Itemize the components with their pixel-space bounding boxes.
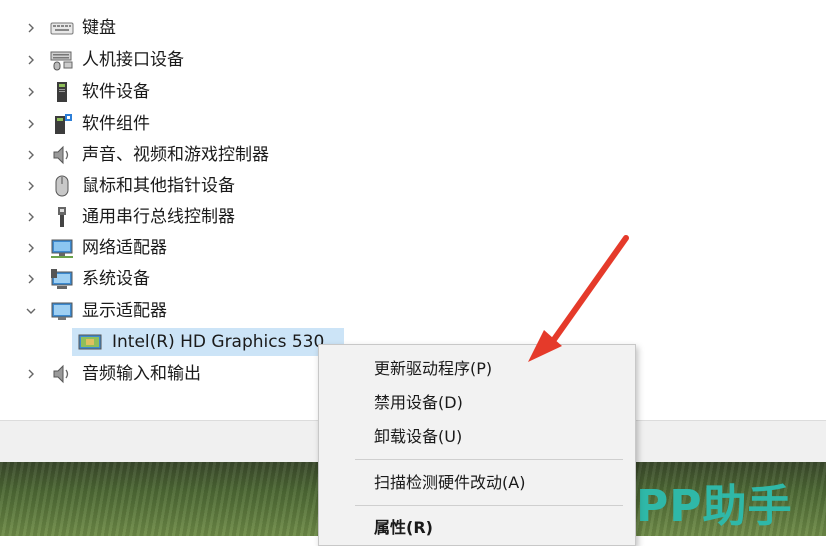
chevron-right-icon[interactable] [24, 265, 38, 293]
speaker-icon [50, 144, 74, 166]
menu-item-properties[interactable]: 属性(R) [319, 510, 635, 542]
chevron-right-icon[interactable] [24, 172, 38, 200]
tree-item-audio-io[interactable]: 音频输入和输出 [0, 360, 300, 388]
tree-item-usb-controllers[interactable]: 通用串行总线控制器 [0, 203, 400, 231]
tree-item-sound-video-game[interactable]: 声音、视频和游戏控制器 [0, 141, 400, 169]
software-device-icon [50, 81, 74, 103]
chevron-right-icon[interactable] [24, 110, 38, 138]
tree-item-label: 音频输入和输出 [82, 364, 201, 384]
chevron-right-icon[interactable] [24, 234, 38, 262]
speaker-icon [50, 363, 74, 385]
menu-item-label: 扫描检测硬件改动(A) [374, 473, 526, 492]
tree-item-label: 软件设备 [82, 82, 150, 102]
usb-icon [50, 206, 74, 228]
menu-item-label: 卸载设备(U) [374, 427, 463, 446]
tree-item-label: 声音、视频和游戏控制器 [82, 145, 269, 165]
tree-item-label: Intel(R) HD Graphics 530 [112, 332, 325, 352]
keyboard-icon [50, 17, 74, 39]
tree-item-intel-hd-graphics[interactable]: Intel(R) HD Graphics 530 [72, 328, 344, 356]
chevron-right-icon[interactable] [24, 78, 38, 106]
menu-item-label: 属性(R) [374, 518, 433, 537]
tree-item-label: 鼠标和其他指针设备 [82, 176, 235, 196]
tree-item-label: 人机接口设备 [82, 50, 184, 70]
menu-item-label: 更新驱动程序(P) [374, 359, 493, 378]
tree-item-label: 显示适配器 [82, 301, 167, 321]
display-adapter-icon [50, 300, 74, 322]
tree-item-mice[interactable]: 鼠标和其他指针设备 [0, 172, 400, 200]
software-component-icon [50, 113, 74, 135]
tree-item-label: 软件组件 [82, 114, 150, 134]
mouse-icon [50, 175, 74, 197]
tree-item-label: 通用串行总线控制器 [82, 207, 235, 227]
chevron-right-icon[interactable] [24, 360, 38, 388]
display-adapter-icon [78, 331, 102, 353]
tree-item-display-adapters[interactable]: 显示适配器 [0, 297, 400, 325]
tree-item-label: 键盘 [82, 18, 116, 38]
menu-separator [355, 459, 623, 460]
tree-item-label: 系统设备 [82, 269, 150, 289]
tree-item-software-devices[interactable]: 软件设备 [0, 78, 400, 106]
menu-item-label: 禁用设备(D) [374, 393, 463, 412]
context-menu: 更新驱动程序(P) 禁用设备(D) 卸载设备(U) 扫描检测硬件改动(A) 属性… [318, 344, 636, 546]
chevron-right-icon[interactable] [24, 141, 38, 169]
tree-item-keyboard[interactable]: 键盘 [0, 14, 400, 42]
menu-item-scan-hardware[interactable]: 扫描检测硬件改动(A) [319, 465, 635, 497]
system-device-icon [50, 268, 74, 290]
tree-item-label: 网络适配器 [82, 238, 167, 258]
menu-separator [355, 505, 623, 506]
network-adapter-icon [50, 237, 74, 259]
menu-item-disable-device[interactable]: 禁用设备(D) [319, 385, 635, 417]
chevron-right-icon[interactable] [24, 14, 38, 42]
menu-item-uninstall-device[interactable]: 卸载设备(U) [319, 419, 635, 451]
chevron-right-icon[interactable] [24, 46, 38, 74]
chevron-right-icon[interactable] [24, 203, 38, 231]
tree-item-network-adapters[interactable]: 网络适配器 [0, 234, 400, 262]
tree-item-software-components[interactable]: 软件组件 [0, 110, 400, 138]
tree-item-hid[interactable]: 人机接口设备 [0, 46, 400, 74]
watermark-text: PP助手 [636, 481, 793, 532]
chevron-down-icon[interactable] [24, 297, 38, 325]
hid-icon [50, 49, 74, 71]
tree-item-system-devices[interactable]: 系统设备 [0, 265, 400, 293]
menu-item-update-driver[interactable]: 更新驱动程序(P) [319, 351, 635, 383]
